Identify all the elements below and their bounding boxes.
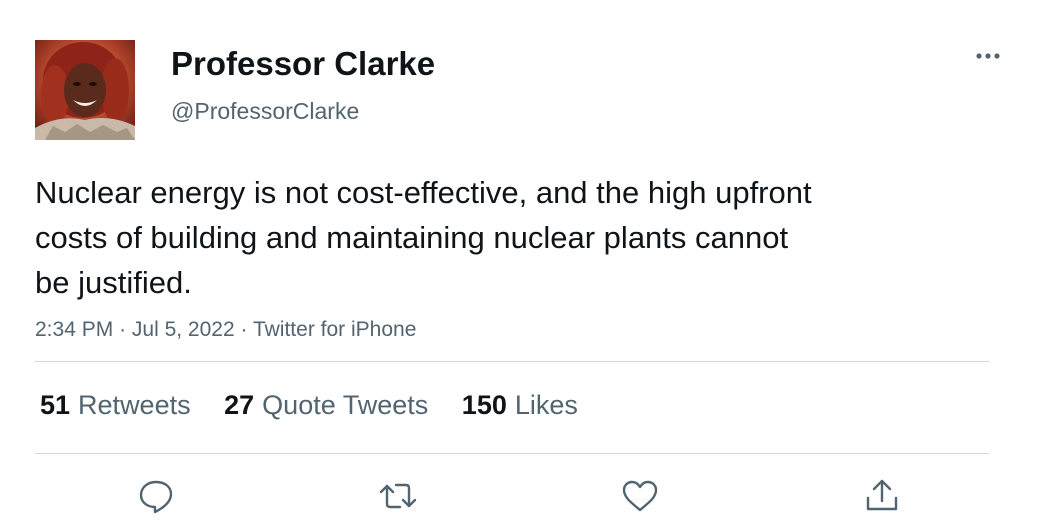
retweet-button[interactable] — [376, 474, 420, 518]
retweet-arrows-icon — [379, 483, 417, 509]
engagement-stats: 51 Retweets 27 Quote Tweets 150 Likes — [40, 388, 604, 422]
speech-bubble-icon — [139, 480, 173, 514]
profile-photo-icon — [35, 40, 135, 140]
meta-separator: · — [119, 318, 127, 341]
tweet-date[interactable]: Jul 5, 2022 — [132, 318, 235, 341]
likes-count: 150 — [461, 390, 507, 420]
share-upload-icon — [866, 479, 898, 511]
author-display-name[interactable]: Professor Clarke — [171, 44, 435, 84]
author-handle[interactable]: @ProfessorClarke — [171, 97, 359, 125]
tweet-card: Professor Clarke @ProfessorClarke Nuclea… — [0, 0, 1050, 525]
tweet-text: Nuclear energy is not cost-effective, an… — [35, 175, 812, 300]
likes-label: Likes — [514, 390, 578, 420]
ellipsis-icon — [976, 53, 1000, 59]
quote-tweets-label: Quote Tweets — [262, 390, 429, 420]
meta-separator: · — [240, 318, 248, 341]
likes-stat[interactable]: 150 Likes — [462, 388, 578, 422]
divider — [35, 453, 989, 454]
share-button[interactable] — [860, 474, 904, 518]
retweets-label: Retweets — [78, 390, 191, 420]
more-options-button[interactable] — [968, 44, 1008, 68]
heart-icon — [622, 480, 658, 512]
reply-button[interactable] — [134, 474, 178, 518]
tweet-meta: 2:34 PM · Jul 5, 2022 · Twitter for iPho… — [35, 316, 416, 344]
action-bar — [0, 470, 1050, 520]
retweets-count: 51 — [40, 390, 71, 420]
tweet-time[interactable]: 2:34 PM — [35, 318, 113, 341]
quote-tweets-count: 27 — [224, 390, 255, 420]
quote-tweets-stat[interactable]: 27 Quote Tweets — [224, 388, 428, 422]
like-button[interactable] — [618, 474, 662, 518]
author-avatar[interactable] — [35, 40, 135, 140]
tweet-source[interactable]: Twitter for iPhone — [253, 318, 416, 341]
divider — [35, 361, 989, 362]
retweets-stat[interactable]: 51 Retweets — [40, 388, 191, 422]
